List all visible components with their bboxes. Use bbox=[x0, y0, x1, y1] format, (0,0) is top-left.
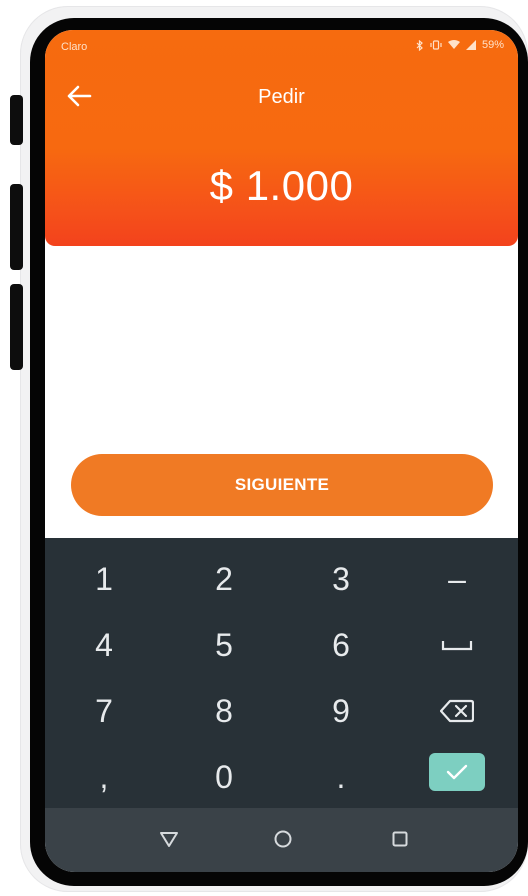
key-2[interactable]: 2 bbox=[174, 549, 274, 609]
vibrate-icon bbox=[430, 40, 442, 50]
nav-back-button[interactable] bbox=[151, 824, 187, 854]
key-5[interactable]: 5 bbox=[174, 615, 274, 675]
amount-display: $ 1.000 bbox=[209, 162, 354, 209]
key-8[interactable]: 8 bbox=[174, 681, 274, 741]
key-4[interactable]: 4 bbox=[54, 615, 154, 675]
battery-percent: 59% bbox=[481, 39, 504, 51]
header: Claro 59% Pedir $ 1.000 bbox=[45, 30, 518, 246]
key-space[interactable] bbox=[407, 615, 507, 675]
key-3[interactable]: 3 bbox=[291, 549, 391, 609]
bluetooth-icon bbox=[416, 39, 423, 51]
next-button[interactable]: SIGUIENTE bbox=[71, 454, 493, 516]
nav-recents-button[interactable] bbox=[382, 824, 418, 854]
key-backspace[interactable] bbox=[407, 681, 507, 741]
system-nav-bar bbox=[45, 808, 518, 872]
triangle-back-icon bbox=[160, 832, 178, 847]
key-0[interactable]: 0 bbox=[174, 747, 274, 807]
space-bar-icon bbox=[441, 641, 473, 651]
page-title: Pedir bbox=[258, 86, 305, 108]
circle-home-icon bbox=[274, 830, 292, 848]
key-9[interactable]: 9 bbox=[291, 681, 391, 741]
status-icons: 59% bbox=[416, 39, 504, 51]
numeric-keyboard: 1 2 3 – 4 5 6 7 8 9 , 0 . bbox=[45, 538, 518, 808]
key-minus[interactable]: – bbox=[407, 549, 507, 609]
key-period[interactable]: . bbox=[291, 747, 391, 807]
nav-home-button[interactable] bbox=[265, 824, 301, 854]
phone-side-button bbox=[10, 95, 23, 145]
key-1[interactable]: 1 bbox=[54, 549, 154, 609]
stage: Claro 59% Pedir $ 1.000 SIGUIENTE 1 2 3 … bbox=[0, 0, 528, 896]
key-done[interactable] bbox=[429, 753, 485, 791]
backspace-icon bbox=[440, 699, 474, 723]
key-comma[interactable]: , bbox=[54, 747, 154, 807]
carrier-label: Claro bbox=[61, 41, 88, 53]
wifi-icon bbox=[447, 40, 460, 49]
status-bar: Claro 59% bbox=[45, 30, 518, 64]
phone-volume-up-button bbox=[10, 184, 23, 270]
phone-screen: Claro 59% Pedir $ 1.000 SIGUIENTE 1 2 3 … bbox=[45, 30, 518, 872]
key-6[interactable]: 6 bbox=[291, 615, 391, 675]
square-recents-icon bbox=[392, 831, 408, 847]
signal-icon bbox=[465, 40, 476, 50]
checkmark-icon bbox=[446, 764, 468, 780]
key-7[interactable]: 7 bbox=[54, 681, 154, 741]
phone-volume-down-button bbox=[10, 284, 23, 370]
